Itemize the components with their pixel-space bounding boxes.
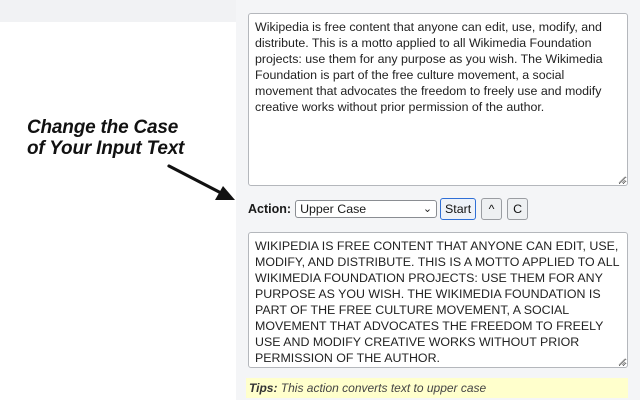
start-button[interactable]: Start: [440, 198, 477, 220]
input-textarea[interactable]: Wikipedia is free content that anyone ca…: [248, 13, 628, 186]
action-row: Action: Upper Case ⌄ Start ^ C: [248, 198, 533, 220]
caption-line-1: Change the Case: [27, 117, 179, 138]
action-select-value: Upper Case: [300, 202, 367, 216]
tips-bar: Tips: This action converts text to upper…: [246, 378, 628, 398]
caret-button[interactable]: ^: [481, 198, 503, 220]
tips-label: Tips:: [249, 381, 278, 395]
chevron-down-icon: ⌄: [422, 203, 433, 215]
resize-grip-icon[interactable]: [618, 176, 626, 184]
left-top-strip: [0, 0, 236, 22]
tips-text: This action converts text to upper case: [277, 381, 487, 395]
output-textarea[interactable]: WIKIPEDIA IS FREE CONTENT THAT ANYONE CA…: [248, 232, 628, 368]
action-select[interactable]: Upper Case ⌄: [295, 200, 438, 218]
caption: Change the Case of Your Input Text: [27, 117, 227, 159]
arrow-icon: [167, 164, 235, 200]
resize-grip-icon[interactable]: [618, 358, 626, 366]
action-label: Action:: [248, 202, 292, 216]
caption-line-2: of Your Input Text: [27, 138, 185, 159]
clear-button[interactable]: C: [507, 198, 529, 220]
